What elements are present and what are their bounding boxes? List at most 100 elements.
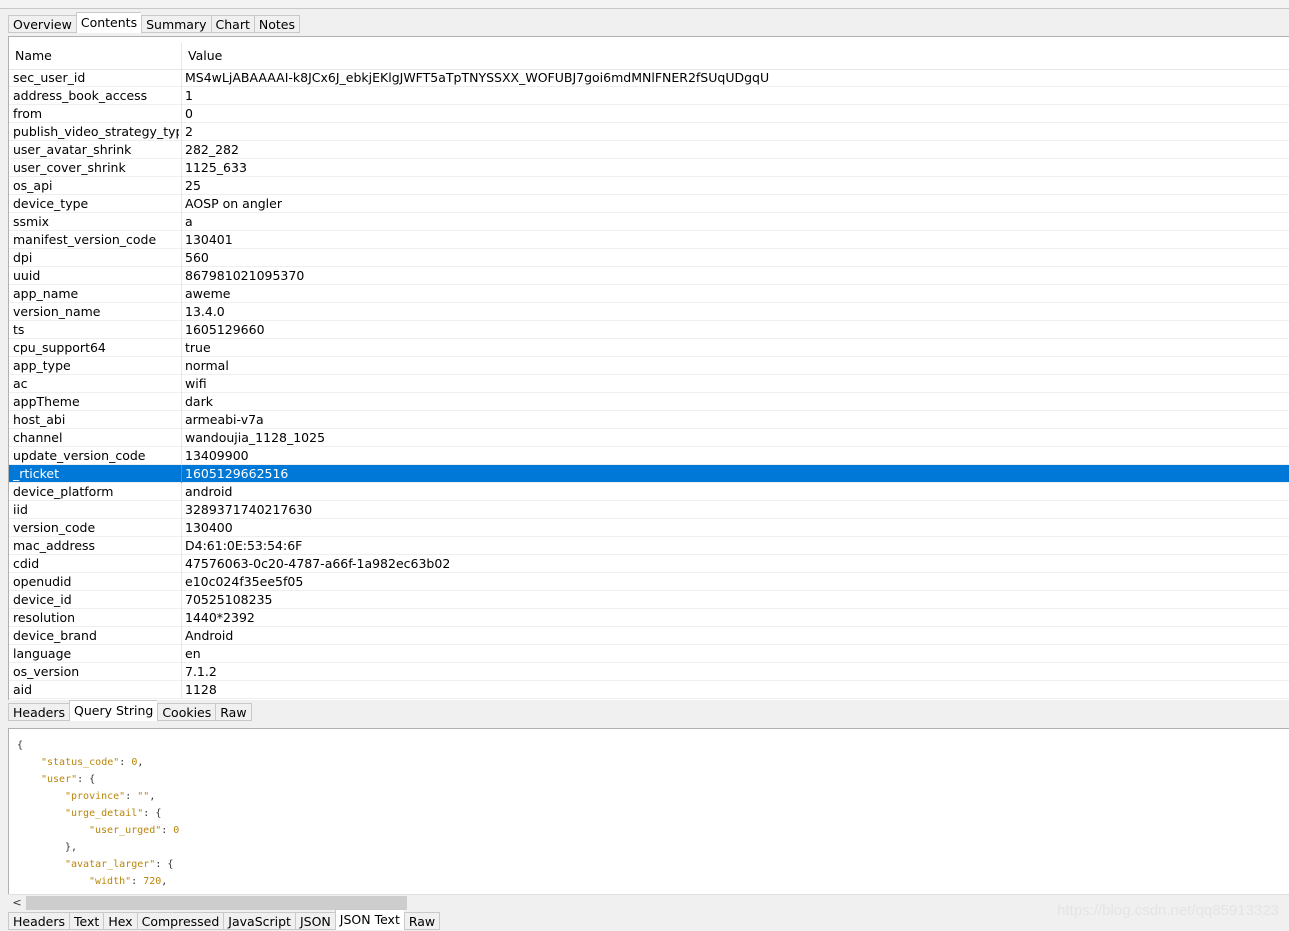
json-punct: : { — [155, 859, 174, 870]
table-row[interactable]: cdid 47576063-0c20-4787-a66f-1a982ec63b02 — [9, 555, 1289, 573]
table-row[interactable]: from 0 — [9, 105, 1289, 123]
request-tab-cookies[interactable]: Cookies — [157, 703, 216, 721]
param-value: Android — [185, 628, 234, 643]
column-divider — [181, 411, 182, 429]
response-tab-headers[interactable]: Headers — [8, 912, 70, 930]
json-text-view[interactable]: {"status_code": 0, "user": {"province": "… — [8, 728, 1289, 895]
table-row[interactable]: device_brand Android — [9, 627, 1289, 645]
param-name: appTheme — [13, 394, 80, 409]
param-name: host_abi — [13, 412, 66, 427]
table-row[interactable]: appTheme dark — [9, 393, 1289, 411]
column-divider — [181, 573, 182, 591]
table-row[interactable]: os_version 7.1.2 — [9, 663, 1289, 681]
param-name: user_cover_shrink — [13, 160, 126, 175]
table-row[interactable]: dpi 560 — [9, 249, 1289, 267]
response-tab-text[interactable]: Text — [69, 912, 104, 930]
response-tab-json-text[interactable]: JSON Text — [334, 909, 404, 930]
column-divider — [181, 159, 182, 177]
table-row[interactable]: mac_address D4:61:0E:53:54:6F — [9, 537, 1289, 555]
param-name: device_id — [13, 592, 72, 607]
response-tab-javascript[interactable]: JavaScript — [223, 912, 295, 930]
param-value: android — [185, 484, 233, 499]
json-punct: , — [137, 757, 144, 768]
json-string: "province" — [65, 791, 126, 802]
table-row[interactable]: device_type AOSP on angler — [9, 195, 1289, 213]
table-row[interactable]: publish_video_strategy_type 2 — [9, 123, 1289, 141]
table-row[interactable]: app_name aweme — [9, 285, 1289, 303]
inspector-tab-contents[interactable]: Contents — [75, 12, 142, 33]
table-row[interactable]: version_code 130400 — [9, 519, 1289, 537]
param-value: 130401 — [185, 232, 233, 247]
param-name: os_version — [13, 664, 80, 679]
request-tab-raw[interactable]: Raw — [215, 703, 252, 721]
table-row[interactable]: _rticket 1605129662516 — [9, 465, 1289, 483]
table-row[interactable]: os_api 25 — [9, 177, 1289, 195]
param-value: 0 — [185, 106, 193, 121]
table-row[interactable]: iid 3289371740217630 — [9, 501, 1289, 519]
response-tab-compressed[interactable]: Compressed — [136, 912, 224, 930]
table-row[interactable]: update_version_code 13409900 — [9, 447, 1289, 465]
table-row[interactable]: ts 1605129660 — [9, 321, 1289, 339]
table-row[interactable]: version_name 13.4.0 — [9, 303, 1289, 321]
json-punct: : — [119, 757, 132, 768]
table-row[interactable]: ac wifi — [9, 375, 1289, 393]
table-row[interactable]: app_type normal — [9, 357, 1289, 375]
column-header-value[interactable]: Value — [182, 43, 1289, 69]
table-row[interactable]: aid 1128 — [9, 681, 1289, 699]
param-value: e10c024f35ee5f05 — [185, 574, 304, 589]
table-row[interactable]: language en — [9, 645, 1289, 663]
json-punct: { — [17, 740, 24, 751]
param-name: uuid — [13, 268, 41, 283]
table-row[interactable]: manifest_version_code 130401 — [9, 231, 1289, 249]
table-row[interactable]: resolution 1440*2392 — [9, 609, 1289, 627]
param-value: 13.4.0 — [185, 304, 225, 319]
inspector-tab-overview[interactable]: Overview — [8, 15, 76, 33]
table-row[interactable]: channel wandoujia_1128_1025 — [9, 429, 1289, 447]
column-divider — [181, 303, 182, 321]
column-divider — [181, 447, 182, 465]
column-divider — [181, 267, 182, 285]
table-row[interactable]: device_id 70525108235 — [9, 591, 1289, 609]
param-name: manifest_version_code — [13, 232, 157, 247]
inspector-tab-summary[interactable]: Summary — [141, 15, 211, 33]
param-value: AOSP on angler — [185, 196, 282, 211]
json-punct: : — [161, 825, 174, 836]
table-row[interactable]: address_book_access 1 — [9, 87, 1289, 105]
table-row[interactable]: sec_user_id MS4wLjABAAAAI-k8JCx6J_ebkjEKl… — [9, 69, 1289, 87]
column-divider — [181, 339, 182, 357]
request-tab-headers[interactable]: Headers — [8, 703, 70, 721]
column-divider — [181, 591, 182, 609]
table-row[interactable]: device_platform android — [9, 483, 1289, 501]
scrollbar-thumb[interactable] — [26, 896, 407, 910]
column-divider — [181, 195, 182, 213]
window-top-strip — [0, 0, 1289, 9]
table-row[interactable]: cpu_support64 true — [9, 339, 1289, 357]
response-tab-raw[interactable]: Raw — [403, 912, 441, 930]
request-tabs: Headers Query String Cookies Raw — [8, 700, 252, 721]
column-divider — [181, 645, 182, 663]
response-tab-json[interactable]: JSON — [294, 912, 335, 930]
param-value: 1605129660 — [185, 322, 265, 337]
table-row[interactable]: user_cover_shrink 1125_633 — [9, 159, 1289, 177]
param-name: sec_user_id — [13, 70, 86, 85]
table-row[interactable]: uuid 867981021095370 — [9, 267, 1289, 285]
column-header-name[interactable]: Name — [9, 43, 182, 69]
inspector-tab-notes[interactable]: Notes — [253, 15, 300, 33]
inspector-tab-chart[interactable]: Chart — [210, 15, 254, 33]
table-row[interactable]: user_avatar_shrink 282_282 — [9, 141, 1289, 159]
json-string: "avatar_larger" — [65, 859, 156, 870]
request-tab-query-string[interactable]: Query String — [69, 700, 158, 721]
query-string-grid[interactable]: Name Value sec_user_id MS4wLjABAAAAI-k8JC… — [8, 36, 1289, 700]
response-tab-hex[interactable]: Hex — [103, 912, 137, 930]
scroll-left-arrow-icon[interactable]: < — [10, 895, 24, 911]
param-name: os_api — [13, 178, 53, 193]
param-value: 282_282 — [185, 142, 239, 157]
param-value: 1125_633 — [185, 160, 247, 175]
column-divider — [181, 177, 182, 195]
table-row[interactable]: openudid e10c024f35ee5f05 — [9, 573, 1289, 591]
param-name: device_type — [13, 196, 89, 211]
table-row[interactable]: ssmix a — [9, 213, 1289, 231]
table-row[interactable]: host_abi armeabi-v7a — [9, 411, 1289, 429]
param-name: language — [13, 646, 72, 661]
param-name: ts — [13, 322, 25, 337]
